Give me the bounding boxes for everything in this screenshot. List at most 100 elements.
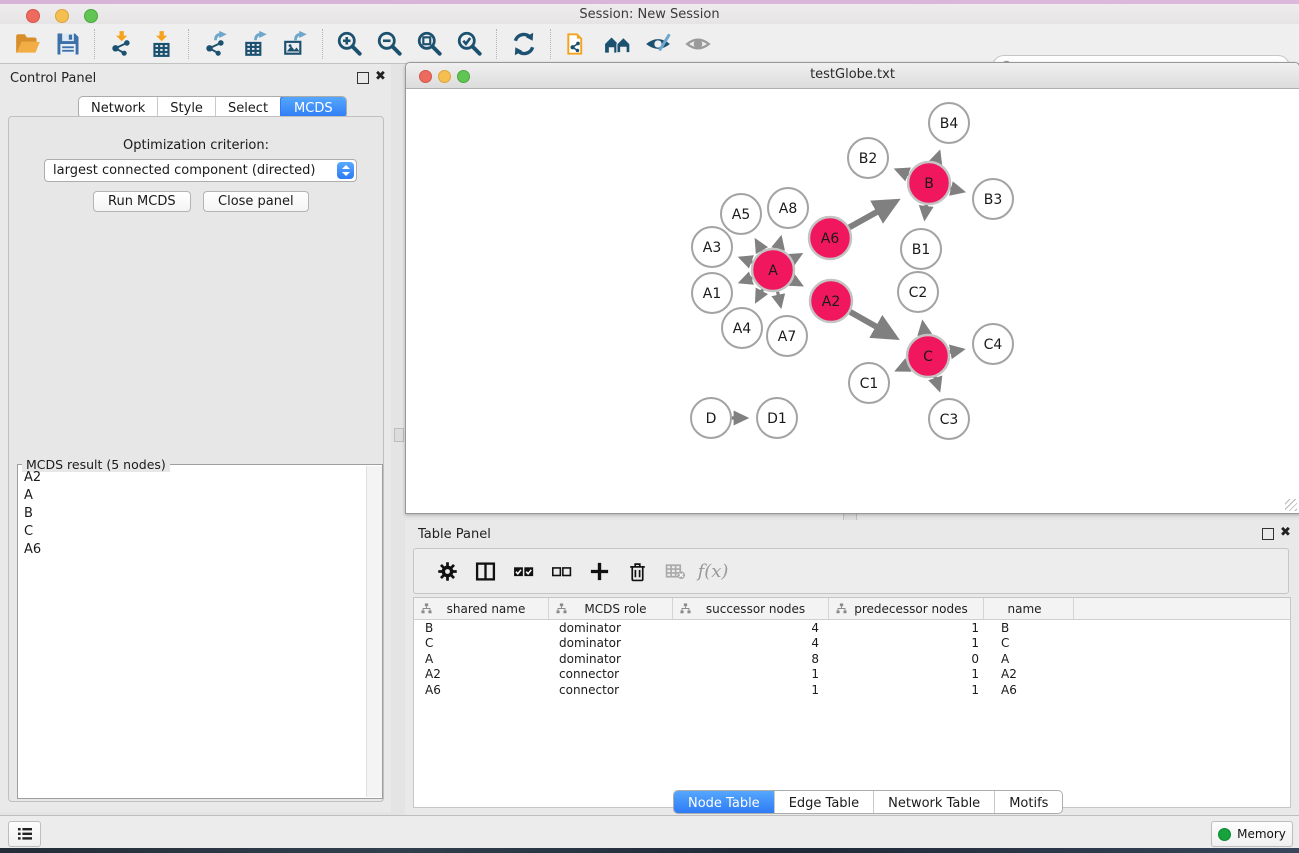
node-B[interactable]: B <box>908 162 950 204</box>
open-session-icon[interactable] <box>8 27 48 61</box>
node-A2[interactable]: A2 <box>810 280 852 322</box>
edge-A2-C[interactable] <box>850 312 894 337</box>
cell-successor-nodes[interactable]: 4 <box>673 621 829 635</box>
cell-successor-nodes[interactable]: 1 <box>673 683 829 697</box>
tab-edge-table[interactable]: Edge Table <box>775 791 874 813</box>
edge-A-A8[interactable] <box>778 238 781 249</box>
node-C2[interactable]: C2 <box>898 272 938 312</box>
node-C1[interactable]: C1 <box>849 363 889 403</box>
cell-shared-name[interactable]: A <box>414 652 549 666</box>
edge-C-C3[interactable] <box>935 377 939 390</box>
result-node-item[interactable]: A <box>18 486 366 504</box>
node-B3[interactable]: B3 <box>973 179 1013 219</box>
tab-style[interactable]: Style <box>158 97 216 118</box>
edge-B-B1[interactable] <box>925 205 927 218</box>
node-D1[interactable]: D1 <box>757 398 797 438</box>
node-B1[interactable]: B1 <box>901 229 941 269</box>
network-canvas[interactable]: B4B2BB3A5A8A6A3B1AA1C2A2A4A7C4CC1C3DD1 <box>407 89 1298 512</box>
add-column-icon[interactable] <box>580 553 618 589</box>
node-C4[interactable]: C4 <box>973 324 1013 364</box>
export-network-icon[interactable] <box>196 27 236 61</box>
zoom-selected-icon[interactable] <box>450 27 490 61</box>
cell-shared-name[interactable]: B <box>414 621 549 635</box>
home-view-icon[interactable] <box>598 27 638 61</box>
cell-shared-name[interactable]: A2 <box>414 667 549 681</box>
edge-B-B3[interactable] <box>950 188 962 191</box>
table-row[interactable]: Bdominator41B <box>414 620 1290 636</box>
zoom-out-icon[interactable] <box>370 27 410 61</box>
refresh-layout-icon[interactable] <box>504 27 544 61</box>
column-header-predecessor-nodes[interactable]: predecessor nodes <box>829 598 984 619</box>
node-A7[interactable]: A7 <box>767 316 807 356</box>
column-header-shared-name[interactable]: shared name <box>414 598 549 619</box>
node-A4[interactable]: A4 <box>722 308 762 348</box>
node-A8[interactable]: A8 <box>768 188 808 228</box>
import-table-icon[interactable] <box>142 27 182 61</box>
cell-name[interactable]: B <box>984 621 1074 635</box>
table-float-panel-icon[interactable] <box>1262 528 1274 540</box>
node-B2[interactable]: B2 <box>848 138 888 178</box>
node-D[interactable]: D <box>691 398 731 438</box>
edge-A-A5[interactable] <box>756 241 762 251</box>
cell-MCDS-role[interactable]: dominator <box>549 621 673 635</box>
task-history-button[interactable] <box>8 821 41 847</box>
node-A1[interactable]: A1 <box>692 273 732 313</box>
table-row[interactable]: Cdominator41C <box>414 636 1290 652</box>
cell-name[interactable]: A <box>984 652 1074 666</box>
zoom-fit-icon[interactable] <box>410 27 450 61</box>
table-row[interactable]: A6connector11A6 <box>414 682 1290 698</box>
edge-A6-B[interactable] <box>849 202 895 228</box>
export-table-icon[interactable] <box>236 27 276 61</box>
criterion-dropdown[interactable]: largest connected component (directed) <box>44 159 357 182</box>
tab-node-table[interactable]: Node Table <box>674 791 775 813</box>
window-resize-grip[interactable] <box>1285 499 1297 511</box>
cell-predecessor-nodes[interactable]: 1 <box>829 667 984 681</box>
node-A6[interactable]: A6 <box>809 217 851 259</box>
cell-predecessor-nodes[interactable]: 1 <box>829 621 984 635</box>
cell-name[interactable]: A6 <box>984 683 1074 697</box>
cell-MCDS-role[interactable]: dominator <box>549 652 673 666</box>
tab-network[interactable]: Network <box>79 97 158 118</box>
cell-predecessor-nodes[interactable]: 0 <box>829 652 984 666</box>
edge-A-A2[interactable] <box>792 280 799 284</box>
vertical-splitter-handle[interactable] <box>394 428 404 442</box>
export-image-icon[interactable] <box>276 27 316 61</box>
save-session-icon[interactable] <box>48 27 88 61</box>
cell-MCDS-role[interactable]: connector <box>549 667 673 681</box>
close-panel-icon[interactable]: ✖ <box>375 70 386 84</box>
cell-MCDS-role[interactable]: dominator <box>549 636 673 650</box>
cell-shared-name[interactable]: C <box>414 636 549 650</box>
settings-gear-icon[interactable] <box>428 553 466 589</box>
column-visibility-icon[interactable] <box>466 553 504 589</box>
tab-network-table[interactable]: Network Table <box>874 791 995 813</box>
edge-A-A7[interactable] <box>778 292 781 306</box>
show-hide-details-icon[interactable] <box>638 27 678 61</box>
edge-A-A4[interactable] <box>756 289 762 301</box>
edge-A-A1[interactable] <box>741 278 753 282</box>
unselect-all-icon[interactable] <box>542 553 580 589</box>
network-window-titlebar[interactable]: testGlobe.txt <box>406 63 1299 89</box>
cell-successor-nodes[interactable]: 1 <box>673 667 829 681</box>
cell-name[interactable]: A2 <box>984 667 1074 681</box>
cell-MCDS-role[interactable]: connector <box>549 683 673 697</box>
node-A[interactable]: A <box>752 249 794 291</box>
table-close-panel-icon[interactable]: ✖ <box>1280 526 1291 540</box>
memory-button[interactable]: Memory <box>1211 821 1293 847</box>
tab-motifs[interactable]: Motifs <box>995 791 1062 813</box>
run-mcds-button[interactable]: Run MCDS <box>93 191 191 212</box>
float-panel-icon[interactable] <box>357 72 369 84</box>
edge-B-B4[interactable] <box>936 153 939 163</box>
main-titlebar[interactable]: Session: New Session <box>0 4 1299 24</box>
copy-network-icon[interactable] <box>558 27 598 61</box>
edge-A-A6[interactable] <box>792 255 799 259</box>
result-node-item[interactable]: C <box>18 522 366 540</box>
column-header-MCDS-role[interactable]: MCDS role <box>549 598 673 619</box>
node-C[interactable]: C <box>907 335 949 377</box>
cell-shared-name[interactable]: A6 <box>414 683 549 697</box>
edge-C-C1[interactable] <box>897 365 908 370</box>
delete-column-icon[interactable] <box>618 553 656 589</box>
edge-A-A3[interactable] <box>741 258 753 262</box>
cell-predecessor-nodes[interactable]: 1 <box>829 683 984 697</box>
result-node-item[interactable]: A2 <box>18 468 366 486</box>
cell-predecessor-nodes[interactable]: 1 <box>829 636 984 650</box>
